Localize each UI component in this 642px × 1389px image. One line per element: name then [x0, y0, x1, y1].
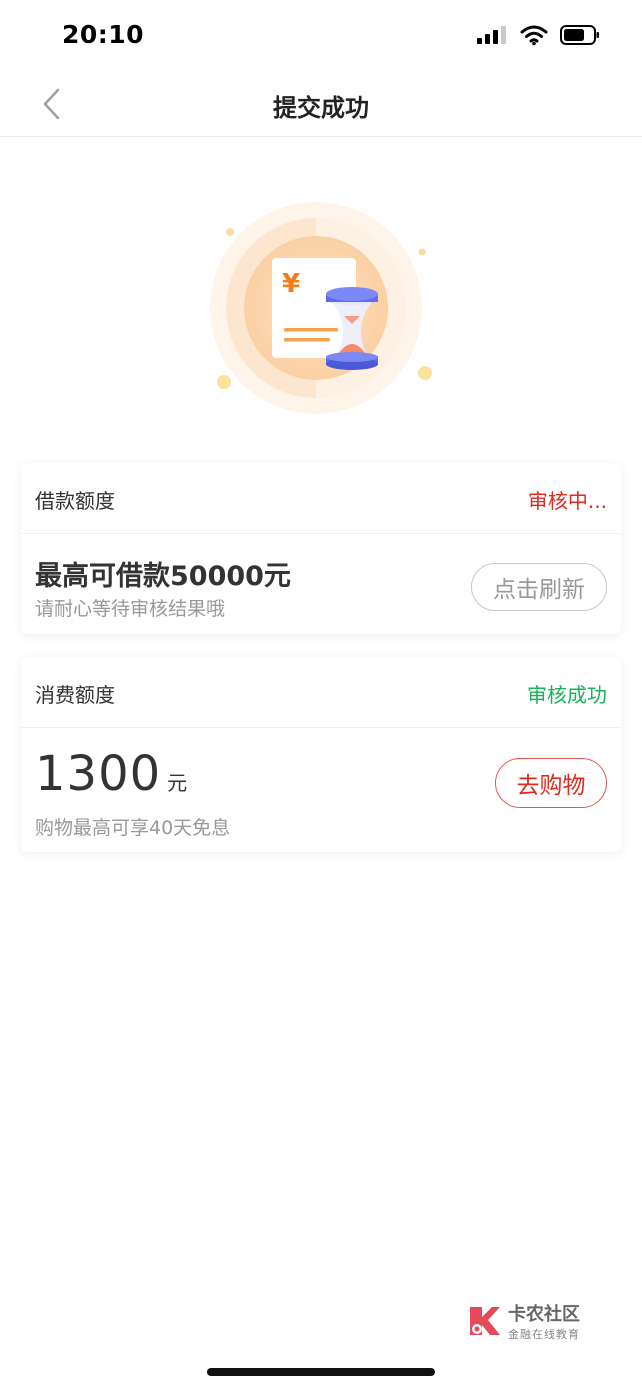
status-icons	[476, 24, 600, 46]
card-header: 消费额度 审核成功	[21, 657, 621, 728]
home-indicator[interactable]	[207, 1368, 435, 1376]
loan-quota-card: 借款额度 审核中... 最高可借款50000元 请耐心等待审核结果哦 点击刷新	[21, 463, 621, 634]
cellular-signal-icon	[477, 26, 506, 44]
card-body: 1300 元 购物最高可享40天免息 去购物	[21, 728, 621, 853]
svg-text:¥: ¥	[282, 269, 300, 299]
status-bar: 20:10	[0, 0, 642, 70]
page-title: 提交成功	[273, 94, 369, 122]
watermark-title: 卡农社区	[508, 1304, 580, 1325]
card-title: 借款额度	[35, 489, 115, 513]
consume-amount-unit: 元	[167, 771, 188, 795]
kanong-logo-icon	[470, 1307, 500, 1335]
review-pending-illustration: ¥	[206, 200, 436, 430]
status-badge: 审核成功	[527, 683, 607, 707]
consume-amount: 1300 元	[35, 746, 187, 802]
go-shopping-button[interactable]: 去购物	[495, 758, 607, 808]
watermark-text: 卡农社区 金融在线教育	[508, 1300, 580, 1342]
status-time: 20:10	[62, 20, 145, 49]
card-header: 借款额度 审核中...	[21, 463, 621, 534]
watermark-subtitle: 金融在线教育	[508, 1328, 580, 1341]
nav-bar: 提交成功	[0, 70, 642, 137]
watermark: 卡农社区 金融在线教育	[466, 1300, 580, 1342]
consume-amount-value: 1300	[35, 746, 162, 802]
wifi-icon	[520, 25, 548, 46]
card-title: 消费额度	[35, 683, 115, 707]
status-badge: 审核中...	[527, 489, 607, 513]
card-body: 最高可借款50000元 请耐心等待审核结果哦 点击刷新	[21, 534, 621, 635]
card-subtitle: 购物最高可享40天免息	[35, 817, 231, 839]
consume-quota-card: 消费额度 审核成功 1300 元 购物最高可享40天免息 去购物	[21, 657, 621, 852]
card-subtitle: 请耐心等待审核结果哦	[35, 598, 226, 620]
loan-amount-text: 最高可借款50000元	[35, 561, 291, 592]
battery-icon	[560, 25, 599, 45]
refresh-button[interactable]: 点击刷新	[471, 563, 607, 611]
